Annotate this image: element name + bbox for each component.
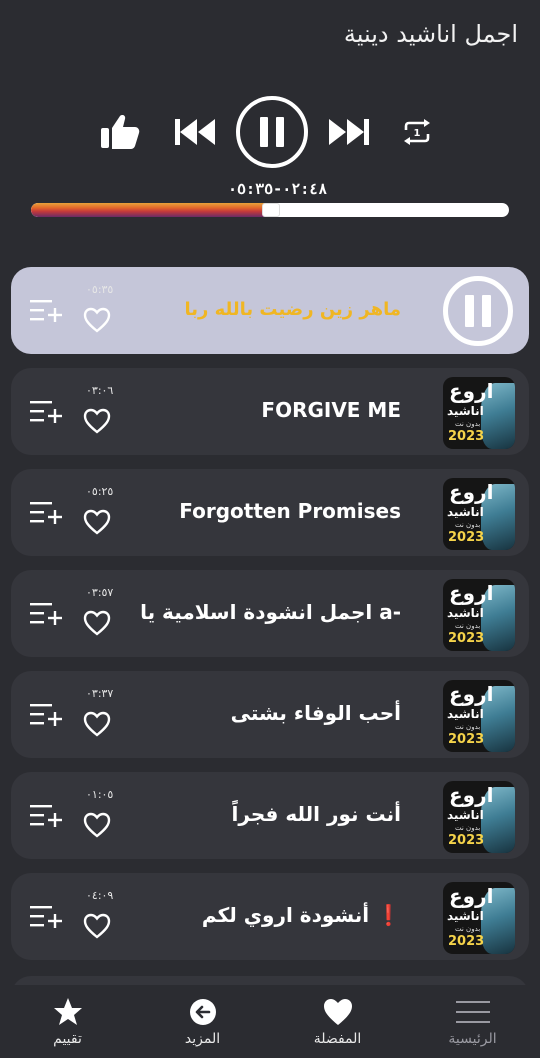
nav-favorites-label: المفضلة [313, 1031, 362, 1047]
add-to-queue-icon [30, 401, 62, 423]
add-to-queue-button[interactable] [30, 701, 62, 733]
heart-outline-icon [83, 610, 111, 636]
progress-thumb[interactable] [262, 203, 280, 217]
repeat-button[interactable]: 1 [398, 114, 436, 150]
star-icon [53, 998, 82, 1025]
next-button[interactable] [326, 112, 372, 152]
track-list: ماهر زين رضيت بالله ربا ٠٥:٣٥ اروع اناشيد بد… [11, 267, 529, 974]
track-title: أحب الوفاء بشتى [230, 701, 401, 725]
favorite-button[interactable] [83, 812, 111, 842]
player-controls: 1 [0, 92, 540, 172]
nav-rate[interactable]: تقييم [0, 985, 135, 1058]
track-thumbnail: اروع اناشيد بدون نت 2023 [443, 478, 515, 550]
add-to-queue-button[interactable] [30, 802, 62, 834]
heart-outline-icon [83, 408, 111, 434]
pause-button[interactable] [236, 96, 308, 168]
heart-outline-icon [83, 913, 111, 939]
arrow-left-circle-icon [189, 999, 216, 1025]
track-duration: ٠٣:٥٧ [86, 586, 114, 599]
track-title: اجمل انشودة اسلامية يا a- [140, 600, 401, 624]
progress-fill [31, 203, 270, 217]
heart-outline-icon [83, 307, 111, 333]
track-duration: ٠٣:٣٧ [86, 687, 114, 700]
heart-outline-icon [83, 812, 111, 838]
favorite-button[interactable] [83, 509, 111, 539]
add-to-queue-button[interactable] [30, 297, 62, 329]
repeat-one-icon: 1 [404, 119, 430, 145]
add-to-queue-icon [30, 906, 62, 928]
heart-outline-icon [83, 509, 111, 535]
nav-more-label: المزيد [184, 1031, 221, 1047]
nav-more[interactable]: المزيد [135, 985, 270, 1058]
favorite-button[interactable] [83, 408, 111, 438]
pause-icon [260, 117, 284, 147]
nav-favorites[interactable]: المفضلة [270, 985, 405, 1058]
track-row[interactable]: اروع اناشيد بدون نت 2023 Forgotten Promises ٠… [11, 469, 529, 556]
track-row[interactable]: ماهر زين رضيت بالله ربا ٠٥:٣٥ [11, 267, 529, 354]
track-row[interactable]: اروع اناشيد بدون نت 2023 FORGIVE ME ٠٣:٠٦ [11, 368, 529, 455]
favorite-button[interactable] [83, 610, 111, 640]
track-duration: ٠١:٠٥ [86, 788, 114, 801]
nav-rate-label: تقييم [53, 1031, 82, 1047]
skip-previous-icon [175, 119, 215, 145]
bottom-nav: تقييم المزيد المفضلة الرئيسية [0, 985, 540, 1058]
thumbs-up-icon [101, 115, 140, 149]
track-row[interactable]: اروع اناشيد بدون نت 2023 أحب الوفاء بشتى ٠٣:٣… [11, 671, 529, 758]
pause-icon [465, 295, 491, 327]
add-to-queue-button[interactable] [30, 398, 62, 430]
add-to-queue-icon [30, 704, 62, 726]
repeat-badge: 1 [414, 128, 421, 139]
track-title: ماهر زين رضيت بالله ربا [184, 299, 401, 320]
add-to-queue-icon [30, 300, 62, 322]
previous-button[interactable] [172, 112, 218, 152]
app-title: اجمل اناشيد دينية [343, 20, 518, 48]
add-to-queue-icon [30, 805, 62, 827]
nav-home[interactable]: الرئيسية [405, 985, 540, 1058]
track-thumbnail: اروع اناشيد بدون نت 2023 [443, 579, 515, 651]
track-title: FORGIVE ME [261, 398, 401, 422]
heart-outline-icon [83, 711, 111, 737]
track-row[interactable]: اروع اناشيد بدون نت 2023 أنشودة اروي لكم ❗ ٠٤… [11, 873, 529, 960]
favorite-button[interactable] [83, 711, 111, 741]
add-to-queue-button[interactable] [30, 903, 62, 935]
add-to-queue-icon [30, 502, 62, 524]
track-duration: ٠٤:٠٩ [86, 889, 114, 902]
track-thumbnail: اروع اناشيد بدون نت 2023 [443, 377, 515, 449]
track-thumbnail: اروع اناشيد بدون نت 2023 [443, 680, 515, 752]
track-duration: ٠٥:٢٥ [86, 485, 114, 498]
add-to-queue-icon [30, 603, 62, 625]
track-row[interactable]: اروع اناشيد بدون نت 2023 اجمل انشودة اسلامية… [11, 570, 529, 657]
track-title: أنشودة اروي لكم ❗ [201, 903, 401, 927]
time-display: ٠٢:٤٨-٠٥:٣٥ [228, 180, 328, 198]
skip-next-icon [329, 119, 369, 145]
track-title: أنت نور الله فجراً [231, 802, 401, 826]
track-title: Forgotten Promises [179, 499, 401, 523]
menu-icon [455, 1001, 490, 1023]
track-row[interactable]: اروع اناشيد بدون نت 2023 أنت نور الله فجراً ٠… [11, 772, 529, 859]
track-duration: ٠٣:٠٦ [86, 384, 114, 397]
heart-filled-icon [323, 999, 352, 1025]
row-pause-button[interactable] [443, 276, 513, 346]
nav-home-label: الرئيسية [448, 1031, 497, 1047]
track-duration: ٠٥:٣٥ [86, 283, 114, 296]
add-to-queue-button[interactable] [30, 600, 62, 632]
like-button[interactable] [98, 110, 142, 154]
track-thumbnail: اروع اناشيد بدون نت 2023 [443, 781, 515, 853]
favorite-button[interactable] [83, 913, 111, 943]
favorite-button[interactable] [83, 307, 111, 337]
track-thumbnail: اروع اناشيد بدون نت 2023 [443, 882, 515, 954]
add-to-queue-button[interactable] [30, 499, 62, 531]
